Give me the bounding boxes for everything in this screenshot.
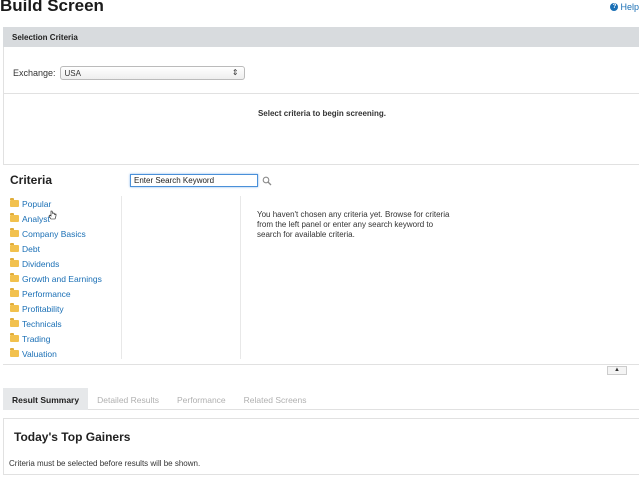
- category-item-performance[interactable]: Performance: [10, 286, 102, 301]
- results-panel: Today's Top Gainers Criteria must be sel…: [3, 418, 639, 475]
- category-item-valuation[interactable]: Valuation: [10, 346, 102, 361]
- folder-icon: [10, 273, 19, 282]
- results-tabs: Result Summary Detailed Results Performa…: [3, 388, 639, 410]
- category-label: Technicals: [22, 318, 62, 329]
- category-label: Debt: [22, 243, 40, 254]
- category-label: Valuation: [22, 348, 57, 359]
- divider: [3, 364, 639, 365]
- exchange-row: Exchange: USA ⇕: [13, 66, 245, 80]
- exchange-value: USA: [64, 69, 81, 78]
- category-item-debt[interactable]: Debt: [10, 241, 102, 256]
- search-icon[interactable]: [262, 176, 272, 186]
- folder-icon: [10, 198, 19, 207]
- criteria-title: Criteria: [10, 173, 53, 187]
- folder-icon: [10, 243, 19, 252]
- exchange-label: Exchange:: [13, 68, 56, 78]
- folder-icon: [10, 213, 19, 222]
- folder-icon: [10, 228, 19, 237]
- category-item-technicals[interactable]: Technicals: [10, 316, 102, 331]
- criteria-empty-message: You haven't chosen any criteria yet. Bro…: [257, 210, 450, 239]
- select-arrows-icon: ⇕: [231, 68, 239, 77]
- tab-detailed-results[interactable]: Detailed Results: [88, 388, 168, 410]
- help-icon: ?: [610, 3, 619, 11]
- collapse-button[interactable]: ▲: [607, 366, 627, 375]
- category-item-popular[interactable]: Popular: [10, 196, 102, 211]
- folder-icon: [10, 318, 19, 327]
- tab-performance[interactable]: Performance: [168, 388, 235, 410]
- tab-related-screens[interactable]: Related Screens: [235, 388, 316, 410]
- divider: [4, 93, 639, 94]
- category-item-company-basics[interactable]: Company Basics: [10, 226, 102, 241]
- category-item-growth-and-earnings[interactable]: Growth and Earnings: [10, 271, 102, 286]
- category-label: Trading: [22, 333, 51, 344]
- category-label: Popular: [22, 198, 52, 209]
- category-label: Performance: [22, 288, 71, 299]
- folder-icon: [10, 333, 19, 342]
- exchange-select[interactable]: USA ⇕: [59, 66, 245, 80]
- hand-cursor-icon: [48, 210, 57, 220]
- tab-result-summary[interactable]: Result Summary: [3, 388, 89, 410]
- help-link[interactable]: ? Help: [610, 2, 639, 12]
- category-item-profitability[interactable]: Profitability: [10, 301, 102, 316]
- category-item-dividends[interactable]: Dividends: [10, 256, 102, 271]
- selection-message: Select criteria to begin screening.: [257, 109, 387, 118]
- category-label: Dividends: [22, 258, 60, 269]
- selection-criteria-panel: Exchange: USA ⇕ Select criteria to begin…: [3, 47, 639, 165]
- folder-icon: [10, 303, 19, 312]
- folder-icon: [10, 258, 19, 267]
- category-label: Profitability: [22, 303, 64, 314]
- search-input[interactable]: [130, 174, 258, 187]
- category-label: Company Basics: [22, 228, 86, 239]
- help-label: Help: [620, 2, 639, 12]
- panel-divider: [121, 196, 122, 359]
- results-title: Today's Top Gainers: [14, 430, 131, 444]
- category-label: Growth and Earnings: [22, 273, 102, 284]
- page-title: Build Screen: [0, 0, 104, 15]
- folder-icon: [10, 348, 19, 357]
- category-item-trading[interactable]: Trading: [10, 331, 102, 346]
- selection-criteria-header: Selection Criteria: [3, 27, 639, 47]
- panel-divider: [240, 196, 241, 359]
- results-message: Criteria must be selected before results…: [9, 459, 201, 468]
- folder-icon: [10, 288, 19, 297]
- category-label: Analyst: [22, 213, 50, 224]
